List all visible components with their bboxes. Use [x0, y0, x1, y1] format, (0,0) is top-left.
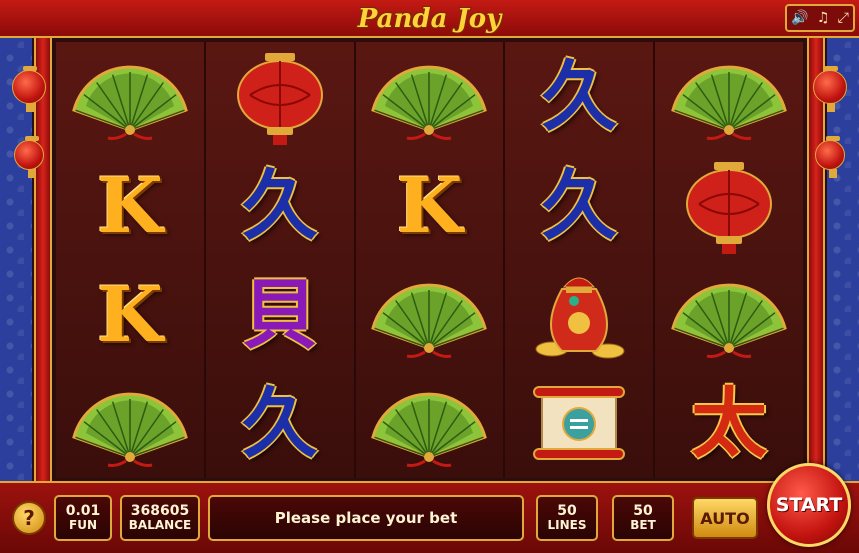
start-spin-button[interactable]: START	[767, 463, 851, 547]
reel-cell: 久	[505, 151, 653, 260]
coin-value: 0.01	[65, 502, 101, 519]
char-purple-symbol-icon: 貝	[241, 269, 318, 359]
right-pillar	[807, 38, 825, 485]
reel-cell: 貝	[206, 260, 354, 369]
reel-5: 太	[655, 42, 803, 478]
title-bar: Panda Joy 🔊 ♫ ⤢	[0, 0, 859, 38]
status-message: Please place your bet	[208, 495, 524, 541]
fan-symbol-icon	[669, 270, 789, 360]
reel-cell	[206, 42, 354, 151]
lantern-symbol-icon	[225, 47, 335, 147]
lines-label: LINES	[547, 518, 587, 533]
game-title: Panda Joy	[357, 4, 502, 34]
reel-cell	[356, 369, 504, 478]
left-pillar	[34, 38, 52, 485]
char-blue-symbol-icon: 久	[241, 378, 318, 468]
char-blue-symbol-icon: 久	[541, 51, 618, 141]
lines-value: 50	[557, 502, 577, 519]
reel-cell	[505, 260, 653, 369]
reel-cell	[505, 369, 653, 478]
deco-lantern-icon	[815, 136, 845, 178]
lantern-symbol-icon	[674, 156, 784, 256]
bet-value: 50	[633, 502, 653, 519]
music-note-icon[interactable]: ♫	[817, 10, 830, 26]
reel-cell: 久	[206, 369, 354, 478]
reel-cell	[655, 42, 803, 151]
char-red-symbol-icon: 太	[691, 378, 768, 468]
lines-selector[interactable]: 50 LINES	[536, 495, 598, 541]
reel-3: K	[355, 42, 506, 478]
coin-value-display: 0.01 FUN	[54, 495, 112, 541]
fan-symbol-icon	[369, 52, 489, 142]
reel-cell	[356, 260, 504, 369]
reel-cell	[655, 260, 803, 369]
reel-cell: 久	[206, 151, 354, 260]
fan-symbol-icon	[369, 379, 489, 469]
reel-cell	[655, 151, 803, 260]
money-bag-symbol-icon	[524, 265, 634, 365]
fan-symbol-icon	[669, 52, 789, 142]
coin-value-label: FUN	[69, 518, 97, 533]
bet-selector[interactable]: 50 BET	[612, 495, 674, 541]
bet-label: BET	[630, 518, 656, 533]
reel-cell: K	[56, 151, 204, 260]
deco-lantern-icon	[12, 66, 46, 112]
speaker-icon[interactable]: 🔊	[791, 10, 808, 26]
reel-cell: K	[56, 260, 204, 369]
help-button[interactable]: ?	[12, 501, 46, 535]
fan-symbol-icon	[70, 52, 190, 142]
balance-display: 368605 BALANCE	[120, 495, 200, 541]
deco-lantern-icon	[813, 66, 847, 112]
balance-value: 368605	[130, 502, 190, 519]
char-gold-symbol-icon: K	[396, 160, 463, 250]
reel-cell	[56, 369, 204, 478]
fan-symbol-icon	[369, 270, 489, 360]
reel-cell: 太	[655, 369, 803, 478]
reel-cell: K	[356, 151, 504, 260]
reel-cell	[356, 42, 504, 151]
control-bar: ? 0.01 FUN 368605 BALANCE Please place y…	[0, 481, 859, 553]
reel-cell: 久	[505, 42, 653, 151]
balance-label: BALANCE	[128, 518, 192, 533]
reel-2: 久貝久	[205, 42, 356, 478]
status-message-text: Please place your bet	[274, 508, 458, 527]
deco-lantern-icon	[14, 136, 44, 178]
fan-symbol-icon	[70, 379, 190, 469]
system-controls: 🔊 ♫ ⤢	[785, 4, 855, 32]
reel-1: KK	[56, 42, 206, 478]
char-gold-symbol-icon: K	[96, 269, 163, 359]
reel-4: 久久	[505, 42, 656, 478]
char-blue-symbol-icon: 久	[541, 160, 618, 250]
reels-area: KK 久貝久 K 久久 太	[56, 42, 803, 478]
char-blue-symbol-icon: 久	[241, 160, 318, 250]
scroll-symbol-icon	[524, 379, 634, 469]
fullscreen-icon[interactable]: ⤢	[838, 10, 849, 26]
reel-cell	[56, 42, 204, 151]
auto-spin-button[interactable]: AUTO	[692, 497, 758, 539]
char-gold-symbol-icon: K	[96, 160, 163, 250]
